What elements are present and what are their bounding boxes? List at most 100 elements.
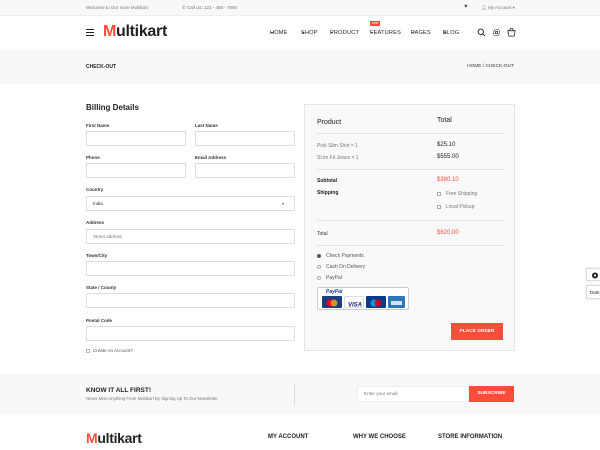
phone-text: Call Us: 123 - 456 - 7890 [187,5,238,10]
cart-icon[interactable] [507,28,516,37]
order-summary: Product Total Pink Slim Shirt × 1 $25.10… [304,104,515,351]
newsletter-title: KNOW IT ALL FIRST! [86,387,151,394]
divider [317,169,504,170]
payment-option-cod[interactable]: Cash On Delivery [317,264,365,270]
chevron-down-icon: ▾ [331,30,334,35]
logo-text: ultikart [116,23,167,40]
page-title: CHECK-OUT [86,64,116,70]
country-select[interactable]: India ▾ [86,196,295,211]
amex-logo [388,296,405,308]
my-account-link[interactable]: 👤︎ My Account ▾ [481,5,515,11]
logo-text: ultikart [97,430,142,446]
order-item-name: SLim Fit Jeans × 1 [317,155,359,161]
welcome-text: Welcome to Our store Multikart [86,5,148,10]
shipping-option-local[interactable]: Local Pickup [437,204,474,210]
payment-option-label: Cash On Delivery [326,264,366,270]
radio-button[interactable] [317,264,321,269]
first-name-label: First Name [86,123,110,128]
product-column-header: Product [317,119,342,126]
chevron-down-icon: ▾ [271,30,274,35]
my-account-label: My Account [487,5,512,10]
shipping-option-label: Free Shipping [446,191,478,197]
logo-mark: M [103,23,117,40]
shipping-option-label: Local Pickup [446,204,475,210]
paypal-wordmark: PayPal [326,289,343,295]
phone-label: Phone [86,155,100,160]
phone-field[interactable] [86,163,186,178]
last-name-field[interactable] [195,131,295,146]
breadcrumb[interactable]: HOME / CHECK-OUT [467,64,514,69]
first-name-field[interactable] [86,131,186,146]
address-label: Address [86,220,105,225]
chevron-down-icon: ▾ [302,30,305,35]
country-label: Country [86,187,104,192]
dark-mode-toggle[interactable]: Dark [586,285,600,299]
subscribe-button[interactable]: SUBSCRIBE [469,386,514,402]
footer-heading-store-information: STORE INFORMATION [438,434,503,440]
paypal-logo: PayPal VISA [317,287,409,310]
footer-logo[interactable]: Multikart [86,430,142,446]
nav-label: FEATURES [370,30,402,36]
payment-option-check[interactable]: Check Payments [317,253,364,259]
order-item-name: Pink Slim Shirt × 1 [317,143,358,149]
payment-option-label: PayPal [326,275,342,281]
payment-option-paypal[interactable]: PayPal [317,275,342,281]
mastercard-logo [322,296,342,308]
email-label: Email Address [195,155,227,160]
subtotal-value: $380.10 [437,177,459,183]
total-value: $620.00 [437,230,459,236]
newsletter-subtitle: Never Miss Anything From Multikart By Si… [86,396,219,401]
main-header: Multikart HOME ▾ SHOP ▾ PRODUCT ▾ FEATURES ▾… [0,16,600,50]
subtotal-label: Subtotal [317,178,337,184]
checkbox[interactable] [437,204,441,209]
chevron-down-icon: ▾ [444,30,447,35]
state-label: State / County [86,285,117,290]
logo[interactable]: Multikart [103,23,167,41]
phone-info: ✆ Call Us: 123 - 456 - 7890 [182,5,237,11]
shipping-label: Shipping [317,190,339,196]
menu-icon[interactable] [86,29,94,37]
order-item-price: $25.10 [437,142,456,148]
svg-text:VISA: VISA [348,303,362,309]
create-account-label: Create An Account? [93,348,133,353]
breadcrumb-bar: CHECK-OUT HOME / CHECK-OUT [0,50,600,84]
settings-icon[interactable] [492,28,501,37]
email-field[interactable] [195,163,295,178]
visa-logo: VISA [344,296,364,309]
newsletter-email-input[interactable]: Enter your email [357,386,469,402]
settings-gear-icon[interactable] [586,268,600,281]
create-account-option[interactable]: Create An Account? [86,348,133,353]
divider [317,133,504,134]
chevron-down-icon: ▾ [511,5,515,10]
maestro-logo [366,296,386,308]
radio-button[interactable] [317,275,321,280]
nav-label: PRODUCT [330,30,360,36]
search-icon[interactable] [477,28,486,37]
newsletter-section: KNOW IT ALL FIRST! Never Miss Anything F… [0,374,600,414]
top-bar: Welcome to Our store Multikart ✆ Call Us… [0,0,600,16]
town-label: Town/City [86,253,108,258]
billing-title: Billing Details [86,103,139,112]
footer-heading-my-account: MY ACCOUNT [268,434,309,440]
country-value: India [93,201,103,206]
chevron-down-icon: ▾ [371,30,374,35]
state-field[interactable] [86,293,295,308]
radio-button[interactable] [317,253,321,258]
new-badge: new [370,21,381,26]
postal-field[interactable] [86,326,295,341]
total-column-header: Total [437,117,452,124]
heart-icon[interactable]: ♥ [464,4,468,10]
divider [317,220,504,221]
shipping-option-free[interactable]: Free Shipping [437,191,477,197]
last-name-label: Last Name [195,123,218,128]
total-label: Total [317,231,328,237]
create-account-checkbox[interactable] [86,348,90,353]
place-order-button[interactable]: PLACE ORDER [451,323,503,340]
checkbox[interactable] [437,191,441,196]
footer-heading-why-we-choose: WHY WE CHOOSE [353,434,406,440]
order-item-price: $555.00 [437,154,459,160]
town-field[interactable] [86,261,295,276]
payment-option-label: Check Payments [326,253,364,259]
address-field[interactable]: Street address [86,229,295,244]
user-icon: 👤︎ [481,5,488,10]
